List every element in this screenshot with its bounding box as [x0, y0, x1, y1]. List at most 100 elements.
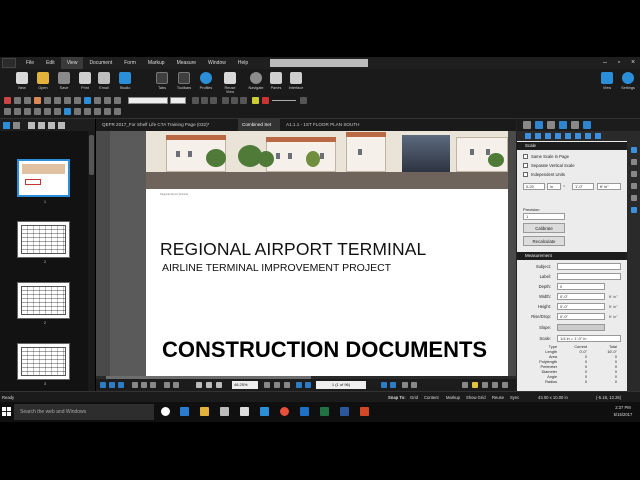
reuse-view-button[interactable]: Reuse View: [220, 72, 240, 94]
line-color-icon[interactable]: [262, 97, 269, 104]
count-tool-icon[interactable]: [565, 133, 571, 139]
edge-browser-icon[interactable]: [180, 407, 189, 416]
next-page-icon[interactable]: [381, 382, 387, 388]
page-number-field[interactable]: 1 (1 of 96): [316, 381, 366, 389]
undo-icon[interactable]: [94, 108, 101, 115]
compare-icon[interactable]: [492, 382, 498, 388]
split-horizontal-icon[interactable]: [173, 382, 179, 388]
print-page-icon[interactable]: [502, 382, 508, 388]
align-left-icon[interactable]: [222, 97, 229, 104]
pan-icon[interactable]: [14, 108, 21, 115]
scale-right-unit-select[interactable]: ft' in": [597, 183, 621, 190]
dimension-icon[interactable]: [114, 97, 121, 104]
next-view-icon[interactable]: [411, 382, 417, 388]
ruler-icon[interactable]: [535, 121, 543, 129]
side-bookmarks-icon[interactable]: [631, 183, 637, 189]
height-field[interactable]: 0'-0": [557, 303, 605, 310]
attachment-icon[interactable]: [84, 108, 91, 115]
search-icon[interactable]: [583, 121, 591, 129]
scale-right-value-field[interactable]: 1'-0": [572, 183, 594, 190]
crop-icon[interactable]: [44, 108, 51, 115]
side-properties-icon[interactable]: [631, 147, 637, 153]
polygon-icon[interactable]: [94, 97, 101, 104]
hand-tool-icon[interactable]: [196, 382, 202, 388]
restore-icon[interactable]: ▫: [612, 57, 626, 69]
thumbnails-scrollbar[interactable]: [88, 131, 95, 391]
measurement-section-header[interactable]: Measurement: [517, 252, 627, 260]
open-button[interactable]: Open: [33, 72, 53, 90]
side-layers-icon[interactable]: [631, 159, 637, 165]
menu-file[interactable]: File: [20, 57, 40, 69]
volume-tool-icon[interactable]: [555, 133, 561, 139]
thumbnail-page-3[interactable]: [17, 282, 70, 319]
settings-button[interactable]: Settings: [618, 72, 638, 90]
menu-markup[interactable]: Markup: [142, 57, 171, 69]
previous-view-icon[interactable]: [402, 382, 408, 388]
note-icon[interactable]: [34, 97, 41, 104]
menu-edit[interactable]: Edit: [40, 57, 61, 69]
side-search-icon[interactable]: [631, 207, 637, 213]
area-tool-icon[interactable]: [545, 133, 551, 139]
bluebeam-icon[interactable]: [240, 407, 249, 416]
fit-page-icon[interactable]: [141, 382, 147, 388]
cortana-icon[interactable]: [161, 407, 170, 416]
zoom-in-icon[interactable]: [274, 382, 280, 388]
print-button[interactable]: Print: [75, 72, 95, 90]
menu-help[interactable]: Help: [232, 57, 254, 69]
length-tool-icon[interactable]: [535, 133, 541, 139]
outlook-icon[interactable]: [300, 407, 309, 416]
profiles-button[interactable]: Profiles: [196, 72, 216, 90]
grid-icon[interactable]: [462, 382, 468, 388]
last-page-icon[interactable]: [390, 382, 396, 388]
thumbnail-page-1[interactable]: [17, 159, 70, 197]
rotate-icon[interactable]: [54, 108, 61, 115]
arrow-icon[interactable]: [64, 97, 71, 104]
rise-drop-field[interactable]: 0'-0": [557, 313, 605, 320]
recalculate-button[interactable]: Recalculate: [523, 236, 565, 246]
snapshot-view-icon[interactable]: [284, 382, 290, 388]
document-page[interactable]: Regional Airport Terminal REGIONAL AIRPO…: [146, 131, 508, 379]
continuous-icon[interactable]: [109, 382, 115, 388]
line-icon[interactable]: [54, 97, 61, 104]
minimize-icon[interactable]: –: [598, 57, 612, 69]
tool-chest-icon[interactable]: [571, 121, 579, 129]
properties-icon[interactable]: [523, 121, 531, 129]
actual-size-icon[interactable]: [150, 382, 156, 388]
angle-tool-icon[interactable]: [575, 133, 581, 139]
font-size-select[interactable]: [170, 97, 186, 104]
independent-units-checkbox[interactable]: [523, 172, 528, 177]
align-center-icon[interactable]: [231, 97, 238, 104]
taskbar-clock[interactable]: 2:37 PM 5/15/2017: [608, 404, 638, 418]
tab-training-page[interactable]: QEFR 2017_For Shelf Life CTA Training Pa…: [98, 119, 236, 131]
previous-page-icon[interactable]: [305, 382, 311, 388]
zoom-out-icon[interactable]: [264, 382, 270, 388]
opacity-icon[interactable]: [300, 97, 307, 104]
toolbars-button[interactable]: Toolbars: [174, 72, 194, 90]
stamp-icon[interactable]: [44, 97, 51, 104]
thumbnail-grid-icon[interactable]: [48, 122, 55, 129]
thumbnail-list-icon[interactable]: [58, 122, 65, 129]
split-vertical-icon[interactable]: [164, 382, 170, 388]
word-icon[interactable]: [340, 407, 349, 416]
calibrate-button[interactable]: Calibrate: [523, 223, 565, 233]
label-field[interactable]: [557, 273, 621, 280]
menu-measure[interactable]: Measure: [171, 57, 202, 69]
markups-list-icon[interactable]: [559, 121, 567, 129]
zoom-icon[interactable]: [24, 108, 31, 115]
redo-icon[interactable]: [104, 108, 111, 115]
align-right-icon[interactable]: [240, 97, 247, 104]
menu-document[interactable]: Document: [83, 57, 118, 69]
scale-section-header[interactable]: Scale: [517, 142, 627, 150]
navigate-button[interactable]: Navigate: [246, 72, 266, 90]
collapse-left-panel[interactable]: [96, 131, 110, 379]
text-box-icon[interactable]: [24, 97, 31, 104]
measure-icon[interactable]: [104, 97, 111, 104]
thumbnails-icon[interactable]: [3, 122, 10, 129]
zoom-tool-icon[interactable]: [216, 382, 222, 388]
tabs-button[interactable]: Tabs: [152, 72, 172, 90]
cloud-icon[interactable]: [74, 97, 81, 104]
scroll-thumb[interactable]: [89, 135, 94, 175]
chrome-icon[interactable]: [280, 407, 289, 416]
underline-icon[interactable]: [210, 97, 217, 104]
store-icon[interactable]: [220, 407, 229, 416]
